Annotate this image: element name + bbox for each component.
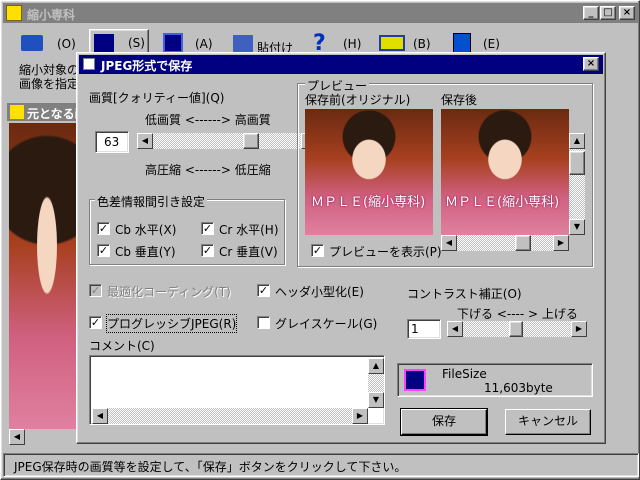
preview-hscroll-track[interactable] bbox=[457, 235, 553, 251]
hint-line2: 画像を指定 bbox=[19, 77, 80, 91]
preview-scroll-thumb[interactable] bbox=[569, 151, 585, 175]
contrast-label: コントラスト補正(O) bbox=[407, 287, 522, 301]
comment-scroll-right[interactable]: ▶ bbox=[352, 408, 368, 424]
comment-hscroll-track[interactable] bbox=[108, 408, 352, 424]
maximize-button[interactable]: □ bbox=[600, 6, 616, 20]
source-hscroll[interactable]: ◀ bbox=[9, 429, 85, 445]
quality-label: 画質[クォリティー値](Q) bbox=[89, 91, 225, 105]
dialog-titlebar: JPEG形式で保存 × bbox=[79, 55, 603, 74]
preview-scroll-up[interactable]: ▲ bbox=[569, 133, 585, 149]
header-small[interactable]: ✓ ヘッダ小型化(E) bbox=[257, 283, 377, 299]
close-button[interactable]: × bbox=[619, 6, 635, 20]
preview-after-image: ＭＰＬＥ(縮小専科) bbox=[441, 109, 569, 235]
preview-before-label: 保存前(オリジナル) bbox=[305, 93, 411, 107]
comment-vscroll[interactable]: ▲ ▼ bbox=[368, 358, 384, 408]
quality-value-field[interactable]: 63 bbox=[95, 131, 129, 153]
dialog-title: JPEG形式で保存 bbox=[101, 59, 193, 73]
save-disk-icon bbox=[163, 33, 183, 53]
cr-horizontal-checkbox[interactable]: ✓ bbox=[201, 222, 214, 235]
header-small-checkbox[interactable]: ✓ bbox=[257, 284, 270, 297]
preview-before-image: ＭＰＬＥ(縮小専科) bbox=[305, 109, 433, 235]
filesize-disk-icon bbox=[404, 369, 426, 391]
quality-scale-top: 低画質 <------> 高画質 bbox=[145, 113, 271, 127]
panel-icon bbox=[10, 105, 24, 119]
status-bar: JPEG保存時の画質等を設定して、「保存」ボタンをクリックして下さい。 bbox=[3, 453, 639, 477]
preview-hscroll-thumb[interactable] bbox=[515, 235, 531, 251]
preview-before-watermark: ＭＰＬＥ(縮小専科) bbox=[311, 195, 426, 210]
source-panel-titlebar: 元となる画 bbox=[7, 103, 87, 121]
filesize-value: 11,603byte bbox=[484, 381, 553, 395]
optimize-coding-checkbox[interactable]: ✓ bbox=[89, 284, 102, 297]
minimize-button[interactable]: _ bbox=[583, 6, 599, 20]
quality-scale-bottom: 高圧縮 <------> 低圧縮 bbox=[145, 163, 271, 177]
progressive-jpeg[interactable]: ✓ プログレッシブJPEG(R) bbox=[89, 314, 239, 333]
preview-after-watermark: ＭＰＬＥ(縮小専科) bbox=[445, 195, 560, 210]
preview-scroll-down[interactable]: ▼ bbox=[569, 219, 585, 235]
preview-after-label: 保存後 bbox=[441, 93, 478, 107]
banner-icon bbox=[379, 35, 405, 51]
dialog-icon bbox=[83, 58, 95, 70]
filesize-label: FileSize bbox=[442, 367, 487, 381]
optimize-coding[interactable]: ✓ 最適化コーディング(T) bbox=[89, 283, 239, 299]
contrast-slider-right[interactable]: ▶ bbox=[571, 321, 587, 337]
quality-slider[interactable]: ◀ ▶ bbox=[137, 133, 317, 151]
cb-vertical[interactable]: ✓ Cb 垂直(Y) bbox=[97, 243, 187, 259]
cr-horizontal[interactable]: ✓ Cr 水平(H) bbox=[201, 221, 285, 237]
toolbar-open[interactable]: (O) bbox=[19, 31, 79, 59]
cb-horizontal-checkbox[interactable]: ✓ bbox=[97, 222, 110, 235]
comment-scroll-down[interactable]: ▼ bbox=[368, 392, 384, 408]
quality-slider-left[interactable]: ◀ bbox=[137, 133, 153, 149]
dialog-close-button[interactable]: × bbox=[583, 57, 599, 71]
contrast-value-field[interactable]: 1 bbox=[407, 319, 441, 339]
exit-icon bbox=[453, 33, 471, 53]
app-icon bbox=[6, 5, 22, 21]
quality-slider-thumb[interactable] bbox=[243, 133, 259, 149]
source-image bbox=[9, 123, 85, 429]
preview-scroll-right[interactable]: ▶ bbox=[553, 235, 569, 251]
jpeg-save-dialog: JPEG形式で保存 × 画質[クォリティー値](Q) 低画質 <------> … bbox=[76, 52, 606, 444]
progressive-jpeg-checkbox[interactable]: ✓ bbox=[89, 316, 102, 329]
main-title: 縮小専科 bbox=[27, 8, 76, 22]
save-button[interactable]: 保存 bbox=[400, 408, 488, 436]
quality-slider-track[interactable] bbox=[153, 133, 301, 149]
grayscale[interactable]: グレイスケール(G) bbox=[257, 315, 377, 331]
source-panel: 元となる画 ◀ bbox=[7, 103, 87, 447]
cr-vertical-checkbox[interactable]: ✓ bbox=[201, 244, 214, 257]
show-preview[interactable]: ✓ プレビューを表示(P) bbox=[311, 243, 442, 259]
open-folder-icon bbox=[21, 35, 43, 51]
comment-hscroll[interactable]: ◀ ▶ bbox=[92, 408, 384, 424]
cancel-button[interactable]: キャンセル bbox=[505, 409, 591, 435]
preview-vscroll[interactable]: ▲ ▼ bbox=[569, 109, 585, 235]
comment-scroll-left[interactable]: ◀ bbox=[92, 408, 108, 424]
filesize-panel: FileSize 11,603byte bbox=[397, 363, 593, 397]
cr-vertical[interactable]: ✓ Cr 垂直(V) bbox=[201, 243, 285, 259]
comment-label: コメント(C) bbox=[89, 339, 155, 353]
contrast-range: 下げる <---- > 上げる bbox=[457, 307, 578, 321]
comment-textarea[interactable]: ▲ ▼ ◀ ▶ bbox=[89, 355, 385, 425]
scroll-left-button[interactable]: ◀ bbox=[9, 429, 25, 445]
comment-scroll-track[interactable] bbox=[368, 374, 384, 392]
grayscale-checkbox[interactable] bbox=[257, 316, 270, 329]
preview-hscroll[interactable]: ◀ ▶ bbox=[441, 235, 569, 251]
status-text: JPEG保存時の画質等を設定して、「保存」ボタンをクリックして下さい。 bbox=[14, 460, 407, 474]
cb-horizontal[interactable]: ✓ Cb 水平(X) bbox=[97, 221, 187, 237]
cb-vertical-checkbox[interactable]: ✓ bbox=[97, 244, 110, 257]
preview-scroll-left[interactable]: ◀ bbox=[441, 235, 457, 251]
main-titlebar: 縮小専科 _ □ × bbox=[3, 3, 639, 23]
chroma-label: 色差情報間引き設定 bbox=[95, 193, 208, 210]
comment-scroll-up[interactable]: ▲ bbox=[368, 358, 384, 374]
contrast-slider-left[interactable]: ◀ bbox=[447, 321, 463, 337]
contrast-slider[interactable]: ◀ ▶ bbox=[447, 321, 587, 337]
show-preview-checkbox[interactable]: ✓ bbox=[311, 244, 324, 257]
contrast-slider-thumb[interactable] bbox=[509, 321, 523, 337]
select-icon bbox=[94, 34, 114, 54]
